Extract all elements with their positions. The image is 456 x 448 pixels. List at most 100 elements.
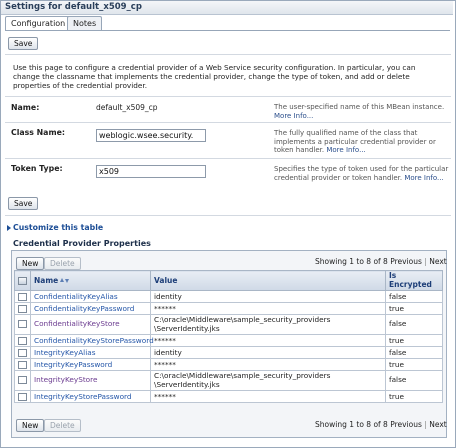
name-label: Name: — [11, 103, 40, 112]
table-row: ConfidentialityKeyStore C:\oracle\Middle… — [14, 314, 443, 335]
delete-button-bottom[interactable]: Delete — [44, 419, 81, 432]
name-help: The user-specified name of this MBean in… — [274, 103, 449, 120]
row-checkbox[interactable] — [18, 393, 27, 401]
showing-count: Showing 1 to 8 of 8 — [315, 420, 388, 429]
table-row: ConfidentialityKeyPassword ****** true — [14, 302, 443, 315]
row-checkbox[interactable] — [18, 320, 27, 329]
property-value: ****** — [150, 358, 386, 371]
row-select-cell[interactable] — [14, 334, 31, 347]
table-row: IntegrityKeyAlias identity false — [14, 346, 443, 359]
divider — [5, 158, 451, 159]
row-checkbox[interactable] — [18, 337, 27, 345]
property-name-link[interactable]: IntegrityKeyStorePassword — [30, 390, 151, 403]
previous-link[interactable]: Previous — [390, 257, 422, 266]
is-encrypted-value: false — [385, 290, 443, 303]
pager-separator: | — [424, 257, 427, 266]
property-name-link[interactable]: IntegrityKeyPassword — [30, 358, 151, 371]
property-name-link[interactable]: IntegrityKeyAlias — [30, 346, 151, 359]
row-checkbox[interactable] — [18, 349, 27, 357]
save-button-top[interactable]: Save — [8, 37, 39, 50]
row-checkbox[interactable] — [18, 305, 27, 313]
class-name-label: Class Name: — [11, 128, 65, 137]
customize-table-link[interactable]: Customize this table — [7, 223, 103, 232]
is-encrypted-value: true — [385, 302, 443, 315]
page-title: Settings for default_x509_cp — [5, 2, 142, 12]
divider — [5, 96, 451, 97]
property-value: ****** — [150, 334, 386, 347]
select-all-checkbox[interactable] — [18, 277, 27, 285]
row-select-cell[interactable] — [14, 358, 31, 371]
name-column-label: Name — [34, 276, 59, 285]
credential-properties-table: Name Value Is Encrypted ConfidentialityK… — [14, 270, 443, 403]
table-row: ConfidentialityKeyStorePassword ****** t… — [14, 334, 443, 347]
property-name-link[interactable]: ConfidentialityKeyStore — [30, 314, 151, 335]
previous-link[interactable]: Previous — [390, 420, 422, 429]
sort-icon[interactable] — [60, 278, 70, 284]
token-type-input[interactable]: x509 — [96, 165, 206, 178]
pager-bottom: Showing 1 to 8 of 8 Previous | Next — [315, 420, 447, 429]
property-name-link[interactable]: ConfidentialityKeyStorePassword — [30, 334, 154, 347]
save-button-bottom[interactable]: Save — [8, 197, 39, 210]
row-checkbox[interactable] — [18, 376, 27, 385]
title-bar: Settings for default_x509_cp — [1, 1, 453, 15]
table-row: IntegrityKeyStorePassword ****** true — [14, 390, 443, 403]
row-checkbox[interactable] — [18, 293, 27, 301]
row-select-cell[interactable] — [14, 370, 31, 391]
row-checkbox[interactable] — [18, 361, 27, 369]
divider — [5, 215, 451, 216]
new-button-top[interactable]: New — [16, 257, 45, 270]
tab-configuration[interactable]: Configuration — [5, 16, 72, 30]
select-all-column[interactable] — [14, 270, 31, 291]
encrypted-column-header[interactable]: Is Encrypted — [385, 270, 443, 291]
token-type-label: Token Type: — [11, 164, 63, 173]
pager-top: Showing 1 to 8 of 8 Previous | Next — [315, 257, 447, 266]
is-encrypted-value: true — [385, 334, 443, 347]
property-value: ****** — [150, 302, 386, 315]
delete-button-top[interactable]: Delete — [44, 257, 81, 270]
row-select-cell[interactable] — [14, 390, 31, 403]
divider — [5, 54, 451, 55]
expand-triangle-icon — [7, 225, 11, 231]
property-value: identity — [150, 290, 386, 303]
is-encrypted-value: true — [385, 390, 443, 403]
row-select-cell[interactable] — [14, 346, 31, 359]
class-name-more-info-link[interactable]: More Info... — [326, 146, 365, 154]
is-encrypted-value: false — [385, 346, 443, 359]
divider — [5, 122, 451, 123]
is-encrypted-value: false — [385, 370, 443, 391]
property-value-line: \ServerIdentity.jks — [154, 379, 220, 389]
name-more-info-link[interactable]: More Info... — [274, 112, 313, 120]
row-select-cell[interactable] — [14, 314, 31, 335]
table-title: Credential Provider Properties — [13, 239, 151, 248]
tab-notes[interactable]: Notes — [67, 16, 103, 30]
row-select-cell[interactable] — [14, 290, 31, 303]
token-type-more-info-link[interactable]: More Info... — [404, 174, 443, 182]
table-row: IntegrityKeyPassword ****** true — [14, 358, 443, 371]
table-row: IntegrityKeyStore C:\oracle\Middleware\s… — [14, 370, 443, 391]
tab-divider — [5, 30, 450, 31]
class-name-input[interactable]: weblogic.wsee.security. — [96, 129, 206, 142]
customize-label: Customize this table — [13, 223, 104, 232]
class-name-help: The fully qualified name of the class th… — [274, 129, 449, 155]
pager-separator: | — [424, 420, 427, 429]
row-select-cell[interactable] — [14, 302, 31, 315]
property-value: C:\oracle\Middleware\sample_security_pro… — [150, 370, 386, 391]
property-name-link[interactable]: ConfidentialityKeyAlias — [30, 290, 151, 303]
property-value: C:\oracle\Middleware\sample_security_pro… — [150, 314, 386, 335]
table-row: ConfidentialityKeyAlias identity false — [14, 290, 443, 303]
intro-text: Use this page to configure a credential … — [13, 63, 416, 91]
property-name-link[interactable]: ConfidentialityKeyPassword — [30, 302, 151, 315]
value-column-header[interactable]: Value — [150, 270, 386, 291]
next-link[interactable]: Next — [429, 257, 446, 266]
is-encrypted-value: true — [385, 358, 443, 371]
property-value: identity — [150, 346, 386, 359]
is-encrypted-value: false — [385, 314, 443, 335]
showing-count: Showing 1 to 8 of 8 — [315, 257, 388, 266]
name-help-text: The user-specified name of this MBean in… — [274, 103, 445, 111]
next-link[interactable]: Next — [429, 420, 446, 429]
token-type-help: Specifies the type of token used for the… — [274, 165, 449, 182]
property-value: ****** — [150, 390, 386, 403]
name-column-header[interactable]: Name — [30, 270, 151, 291]
new-button-bottom[interactable]: New — [16, 419, 45, 432]
property-name-link[interactable]: IntegrityKeyStore — [30, 370, 151, 391]
